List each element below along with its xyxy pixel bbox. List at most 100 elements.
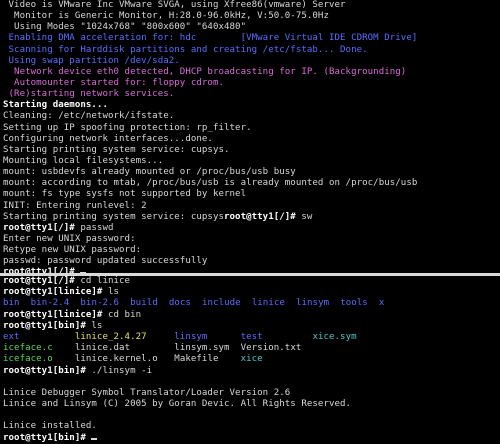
shell-prompt: Starting daemons... bbox=[3, 100, 108, 111]
console-text: Network device eth0 detected, DHCP broad… bbox=[3, 66, 407, 77]
console-text: ext bbox=[3, 331, 20, 342]
console-line: ext linice_2.4.27 linsym test xice.sym bbox=[0, 332, 500, 343]
console-text: Scanning for Harddisk partitions and cre… bbox=[3, 44, 368, 55]
shell-prompt: root@tty1[/]# bbox=[3, 276, 81, 286]
console-line: root@tty1[bin]# ./linsym -i bbox=[0, 366, 500, 377]
console-line: iceface.o linice.kernel.o Makefile xice bbox=[0, 354, 500, 365]
console-line: mount: fs type sysfs not supported by ke… bbox=[0, 189, 500, 200]
console-line: Monitor is Generic Monitor, H:28.0-96.0k… bbox=[0, 11, 500, 22]
shell-prompt: root@tty1[linice]# bbox=[3, 287, 108, 298]
console-line: mount: according to mtab, /proc/bus/usb … bbox=[0, 178, 500, 189]
console-text: linsym bbox=[174, 331, 208, 342]
console-line: Starting printing system service: cupsys… bbox=[0, 145, 500, 156]
console-text: include bbox=[202, 298, 241, 309]
console-text: mount: according to mtab, /proc/bus/usb … bbox=[3, 178, 418, 189]
console-text: sw bbox=[301, 211, 313, 222]
console-text: xice bbox=[240, 354, 263, 365]
console-text: Cleaning: /etc/network/ifstate. bbox=[3, 111, 175, 122]
console-text: Linice installed. bbox=[3, 421, 97, 432]
console-line: (Re)starting network services. bbox=[0, 89, 500, 100]
console-text: linice.kernel.o bbox=[74, 354, 158, 365]
shell-prompt: root@tty1[bin]# bbox=[3, 320, 92, 331]
console-text: Retype new UNIX password: bbox=[3, 245, 142, 256]
console-text: Enter new UNIX password: bbox=[3, 233, 136, 244]
console-text: linsym bbox=[295, 298, 330, 309]
console-line: iceface.c linice.dat linsym.sym Version.… bbox=[0, 343, 500, 354]
console-text: Version.txt bbox=[240, 343, 302, 354]
console-text: Starting printing system service: cupsys… bbox=[3, 144, 230, 155]
top-console-pane[interactable]: Video is VMware Inc VMware SVGA, using X… bbox=[0, 0, 500, 273]
console-line: Linice Debugger Symbol Translator/Loader… bbox=[0, 388, 500, 399]
console-line: INIT: Entering runlevel: 2 bbox=[0, 201, 500, 212]
console-line: root@tty1[bin]# ls bbox=[0, 321, 500, 332]
console-line: Linice and Linsym (C) 2005 by Goran Devi… bbox=[0, 399, 500, 410]
console-text: ls bbox=[91, 320, 103, 331]
text-cursor bbox=[91, 437, 98, 440]
console-text: test bbox=[240, 331, 263, 342]
console-text: mount: fs type sysfs not supported by ke… bbox=[3, 189, 247, 200]
console-line: Linice installed. bbox=[0, 421, 500, 432]
console-line: root@tty1[/]# cd linice bbox=[0, 276, 500, 287]
console-text: ./linsym -i bbox=[91, 365, 153, 376]
console-text: bin-2.4 bbox=[30, 298, 70, 309]
console-line: root@tty1[/]# passwd bbox=[0, 223, 500, 234]
console-text: Automounter started for: floppy cdrom. bbox=[3, 77, 224, 88]
console-text: Makefile bbox=[174, 354, 219, 365]
console-line: Mounting local filesystems... bbox=[0, 156, 500, 167]
console-line: Automounter started for: floppy cdrom. bbox=[0, 78, 500, 89]
console-text: Enabling DMA acceleration for: hdc [VMwa… bbox=[3, 33, 418, 44]
console-line: Enabling DMA acceleration for: hdc [VMwa… bbox=[0, 33, 500, 44]
console-text: cd linice bbox=[80, 276, 131, 286]
console-text: bin-2.6 bbox=[80, 298, 120, 309]
console-line: Network device eth0 detected, DHCP broad… bbox=[0, 67, 500, 78]
console-text: linice_2.4.27 bbox=[74, 331, 147, 342]
shell-prompt: root@tty1[bin]# bbox=[3, 365, 92, 376]
console-text: ls bbox=[107, 287, 120, 298]
shell-prompt: root@tty1[linice]# bbox=[3, 309, 108, 320]
console-line: Starting daemons... bbox=[0, 100, 500, 111]
console-text: iceface.o bbox=[3, 354, 53, 365]
console-text: tools bbox=[340, 298, 368, 309]
console-text: build bbox=[130, 298, 158, 309]
console-text: xice.sym bbox=[312, 331, 357, 342]
shell-prompt: root@tty1[bin]# bbox=[3, 432, 92, 443]
console-text: bin bbox=[3, 298, 20, 309]
console-line: Scanning for Harddisk partitions and cre… bbox=[0, 45, 500, 56]
console-text: Using swap partition /dev/sda2. bbox=[3, 55, 180, 66]
console-line: Starting printing system service: cupsys… bbox=[0, 212, 500, 223]
console-text: Video is VMware Inc VMware SVGA, using X… bbox=[3, 0, 346, 10]
console-text: INIT: Entering runlevel: 2 bbox=[3, 200, 147, 211]
console-text: passwd: password updated successfully bbox=[3, 256, 208, 267]
console-text: passwd bbox=[80, 222, 114, 233]
console-text: Monitor is Generic Monitor, H:28.0-96.0k… bbox=[3, 11, 329, 22]
shell-prompt: root@tty1[/]# bbox=[224, 211, 302, 222]
console-line: root@tty1[bin]# bbox=[0, 433, 500, 444]
console-line: Setting up IP spoofing protection: rp_fi… bbox=[0, 123, 500, 134]
console-text: docs bbox=[168, 298, 191, 309]
console-line: Enter new UNIX password: bbox=[0, 234, 500, 245]
console-text: Starting printing system service: cupsys bbox=[3, 211, 224, 222]
console-text: Setting up IP spoofing protection: rp_fi… bbox=[3, 122, 252, 133]
console-line: passwd: password updated successfully bbox=[0, 256, 500, 267]
console-text: iceface.c bbox=[3, 343, 53, 354]
console-line: Configuring network interfaces...done. bbox=[0, 134, 500, 145]
console-text: linice bbox=[251, 298, 285, 309]
bottom-console-pane[interactable]: root@tty1[/]# cd linice root@tty1[linice]… bbox=[0, 276, 500, 444]
console-line: mount: usbdevfs already mounted or /proc… bbox=[0, 167, 500, 178]
shell-prompt: root@tty1[/]# bbox=[3, 222, 81, 233]
console-line: root@tty1[linice]# cd bin bbox=[0, 310, 500, 321]
